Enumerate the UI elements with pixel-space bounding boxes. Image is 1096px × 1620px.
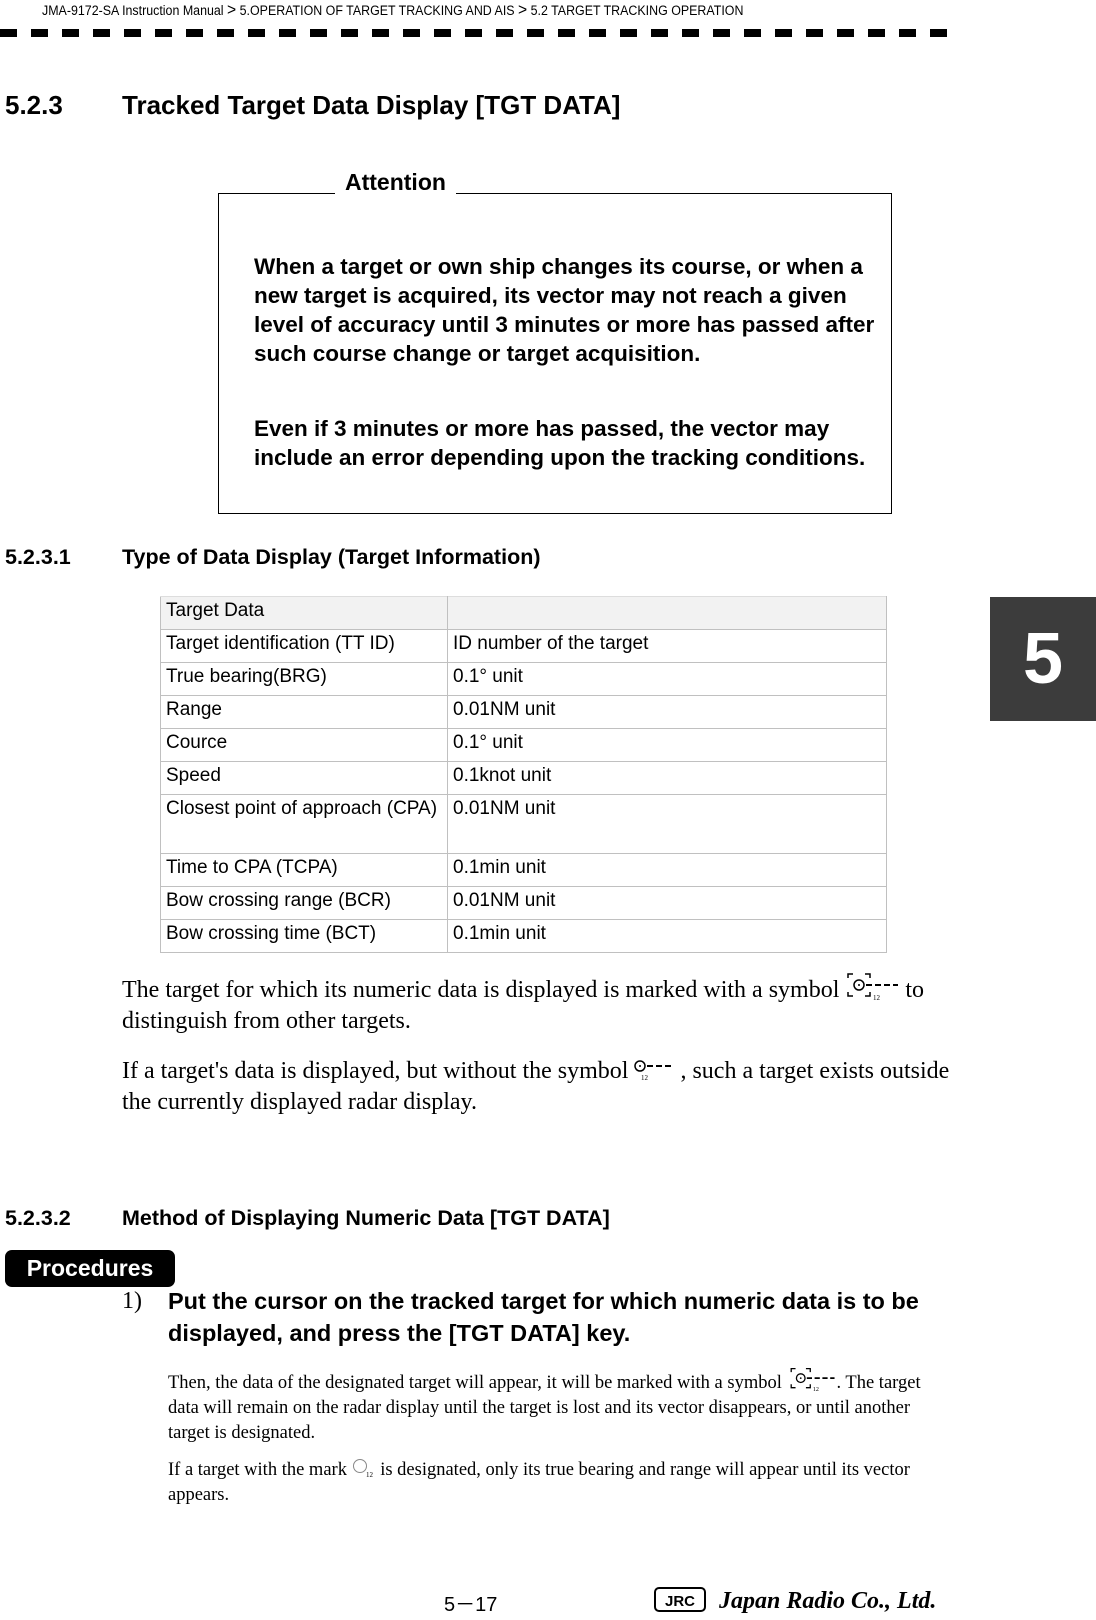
table-header-cell: Target Data bbox=[160, 596, 448, 630]
table-cell: Time to CPA (TCPA) bbox=[160, 853, 448, 887]
table-row: Bow crossing time (BCT) 0.1min unit bbox=[160, 919, 887, 953]
text: Then, the data of the designated target … bbox=[168, 1373, 787, 1393]
table-row: Speed 0.1knot unit bbox=[160, 761, 887, 795]
chapter-tab: 5 bbox=[990, 597, 1096, 721]
table-cell: Speed bbox=[160, 761, 448, 795]
procedures-badge: Procedures bbox=[5, 1250, 175, 1287]
svg-text:12: 12 bbox=[641, 1074, 649, 1082]
breadcrumb-separator: > bbox=[227, 0, 237, 19]
step-detail: Then, the data of the designated target … bbox=[168, 1366, 948, 1446]
breadcrumb-separator: > bbox=[518, 0, 528, 19]
section-number: 5.2.3 bbox=[5, 90, 63, 120]
table-cell: True bearing(BRG) bbox=[160, 662, 448, 696]
table-cell: Target identification (TT ID) bbox=[160, 629, 448, 663]
attention-label: Attention bbox=[335, 169, 456, 196]
table-cell: 0.1° unit bbox=[447, 662, 887, 696]
table-cell: 0.01NM unit bbox=[447, 886, 887, 920]
table-header-cell bbox=[447, 596, 887, 630]
target-data-table: Target Data Target identification (TT ID… bbox=[160, 596, 887, 953]
text: If a target's data is displayed, but wit… bbox=[122, 1058, 635, 1084]
table-row: Cource 0.1° unit bbox=[160, 728, 887, 762]
svg-text:12: 12 bbox=[366, 1471, 374, 1479]
table-cell: 0.1knot unit bbox=[447, 761, 887, 795]
jrc-logo: JRC Japan Radio Co., Ltd. bbox=[654, 1587, 936, 1614]
selected-target-symbol-icon: 12 bbox=[790, 1367, 835, 1392]
paragraph-outside-display: If a target's data is displayed, but wit… bbox=[122, 1056, 952, 1118]
table-row: Closest point of approach (CPA) 0.01NM un… bbox=[160, 794, 887, 854]
breadcrumb-chapter: 5.OPERATION OF TARGET TRACKING AND AIS bbox=[239, 3, 515, 18]
svg-text:JRC: JRC bbox=[665, 1593, 695, 1610]
text: If a target with the mark bbox=[168, 1460, 352, 1480]
table-cell: ID number of the target bbox=[447, 629, 887, 663]
table-cell: 0.1min unit bbox=[447, 853, 887, 887]
table-cell: 0.01NM unit bbox=[447, 794, 887, 854]
table-cell: 0.1min unit bbox=[447, 919, 887, 953]
breadcrumb-section: 5.2 TARGET TRACKING OPERATION bbox=[530, 3, 744, 18]
table-row: Range 0.01NM unit bbox=[160, 695, 887, 729]
subsection-number: 5.2.3.1 bbox=[5, 545, 71, 569]
table-cell: Cource bbox=[160, 728, 448, 762]
subsection-title: Type of Data Display (Target Information… bbox=[122, 545, 541, 569]
breadcrumb-manual: JMA-9172-SA Instruction Manual bbox=[42, 3, 224, 18]
table-row: Bow crossing range (BCR) 0.01NM unit bbox=[160, 886, 887, 920]
attention-paragraph: When a target or own ship changes its co… bbox=[254, 254, 875, 366]
table-cell: 0.01NM unit bbox=[447, 695, 887, 729]
step-detail: If a target with the mark 12 is designat… bbox=[168, 1457, 948, 1508]
paragraph-selected-symbol: The target for which its numeric data is… bbox=[122, 971, 952, 1037]
table-cell: Bow crossing range (BCR) bbox=[160, 886, 448, 920]
breadcrumb: JMA-9172-SA Instruction Manual > 5.OPERA… bbox=[42, 0, 743, 20]
text: The target for which its numeric data is… bbox=[122, 977, 846, 1003]
table-row: Target identification (TT ID) ID number o… bbox=[160, 629, 887, 663]
table-row: True bearing(BRG) 0.1° unit bbox=[160, 662, 887, 696]
selected-target-symbol-icon: 12 bbox=[847, 973, 899, 1001]
svg-text:12: 12 bbox=[812, 1387, 818, 1392]
step-number: 1) bbox=[122, 1288, 142, 1314]
table-cell: Closest point of approach (CPA) bbox=[160, 794, 448, 854]
table-row: Time to CPA (TCPA) 0.1min unit bbox=[160, 853, 887, 887]
step-text: Put the cursor on the tracked target for… bbox=[168, 1288, 919, 1346]
acquiring-target-mark-icon: 12 bbox=[352, 1459, 374, 1479]
page-number: 5－17 bbox=[444, 1594, 498, 1616]
table-cell: Range bbox=[160, 695, 448, 729]
table-cell: 0.1° unit bbox=[447, 728, 887, 762]
table-header-row: Target Data bbox=[160, 596, 887, 630]
attention-paragraph: Even if 3 minutes or more has passed, th… bbox=[254, 416, 866, 470]
table-cell: Bow crossing time (BCT) bbox=[160, 919, 448, 953]
svg-text:12: 12 bbox=[873, 994, 881, 1001]
tracked-target-symbol-icon: 12 bbox=[634, 1060, 675, 1082]
section-title: Tracked Target Data Display [TGT DATA] bbox=[122, 90, 621, 120]
svg-text:Japan Radio Co., Ltd.: Japan Radio Co., Ltd. bbox=[718, 1588, 936, 1614]
subsection-number: 5.2.3.2 bbox=[5, 1206, 71, 1230]
header-divider bbox=[0, 29, 955, 37]
subsection-title: Method of Displaying Numeric Data [TGT D… bbox=[122, 1206, 610, 1230]
